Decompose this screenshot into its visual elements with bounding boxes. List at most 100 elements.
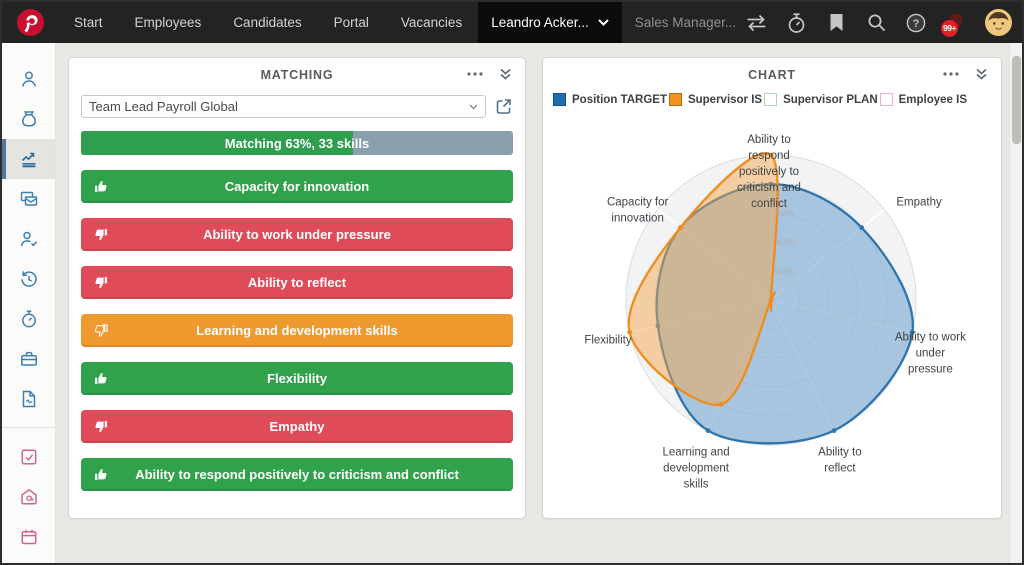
notifications-icon[interactable]: 99+ bbox=[945, 12, 967, 34]
nav-item-vacancies[interactable]: Vacancies bbox=[385, 2, 478, 43]
matching-panel-title: MATCHING bbox=[69, 68, 525, 82]
main-nav: StartEmployeesCandidatesPortalVacancies bbox=[58, 2, 478, 43]
help-icon[interactable]: ? bbox=[905, 12, 927, 34]
legend-label: Employee IS bbox=[899, 94, 967, 106]
open-vacancy-icon[interactable] bbox=[494, 97, 513, 116]
skill-label: Ability to work under pressure bbox=[203, 227, 391, 242]
thumbs-down-icon bbox=[94, 275, 108, 290]
sidebar-divider bbox=[2, 427, 55, 428]
swap-icon[interactable] bbox=[745, 12, 767, 34]
radar-data-point[interactable] bbox=[718, 402, 723, 407]
mail-at-icon bbox=[18, 486, 40, 508]
sidebar-item-documents[interactable] bbox=[2, 379, 55, 419]
pdf-icon bbox=[18, 388, 40, 410]
radar-axis-label: Empathy bbox=[896, 197, 942, 209]
skill-button[interactable]: Empathy bbox=[81, 410, 513, 443]
sidebar-item-profile[interactable] bbox=[2, 59, 55, 99]
checkbox-icon bbox=[18, 446, 40, 468]
search-icon[interactable] bbox=[865, 12, 887, 34]
bookmark-icon[interactable] bbox=[825, 12, 847, 34]
chart-legend: Position TARGETSupervisor IS Supervisor P… bbox=[543, 88, 979, 106]
radar-data-point[interactable] bbox=[832, 428, 837, 433]
active-vacancy-label[interactable]: Sales Manager... bbox=[635, 15, 736, 30]
user-avatar[interactable] bbox=[985, 9, 1012, 36]
thumbs-up-icon bbox=[94, 467, 108, 482]
select-caret-icon bbox=[469, 104, 478, 110]
nav-item-candidates[interactable]: Candidates bbox=[217, 2, 317, 43]
thumbs-up-icon bbox=[94, 371, 108, 386]
nav-item-portal[interactable]: Portal bbox=[318, 2, 385, 43]
skill-button[interactable]: Ability to reflect bbox=[81, 266, 513, 299]
radar-data-point[interactable] bbox=[859, 225, 864, 230]
legend-item[interactable]: Supervisor IS bbox=[669, 93, 762, 106]
main-area: MATCHING Team Lead Payroll Global bbox=[56, 43, 1022, 563]
skill-button[interactable]: Ability to respond positively to critici… bbox=[81, 458, 513, 491]
thumbs-down-icon bbox=[94, 419, 108, 434]
chart-collapse-icon[interactable] bbox=[975, 68, 988, 80]
legend-item[interactable]: Supervisor PLAN bbox=[764, 93, 878, 106]
briefcase-icon bbox=[18, 348, 40, 370]
nav-item-employees[interactable]: Employees bbox=[119, 2, 218, 43]
skill-button[interactable]: Ability to work under pressure bbox=[81, 218, 513, 251]
mail-stack-icon bbox=[18, 188, 40, 210]
legend-swatch bbox=[669, 93, 682, 106]
calendar-icon bbox=[18, 526, 40, 548]
legend-item[interactable]: Position TARGET bbox=[553, 93, 667, 106]
legend-label: Position TARGET bbox=[572, 94, 667, 106]
vacancy-select-value: Team Lead Payroll Global bbox=[89, 99, 238, 114]
moneybag-icon bbox=[18, 108, 40, 130]
sidebar-item-analytics[interactable] bbox=[2, 139, 55, 179]
skill-label: Learning and development skills bbox=[196, 323, 398, 338]
skill-button[interactable]: Learning and development skills bbox=[81, 314, 513, 347]
chart-menu-icon[interactable] bbox=[942, 71, 960, 77]
legend-swatch bbox=[880, 93, 893, 106]
sidebar-item-approvals[interactable] bbox=[2, 219, 55, 259]
thumbs-up-icon bbox=[94, 179, 108, 194]
sidebar-item-time[interactable] bbox=[2, 299, 55, 339]
top-navigation-bar: StartEmployeesCandidatesPortalVacancies … bbox=[2, 2, 1022, 43]
radar-axis-label: Ability toreflect bbox=[818, 447, 861, 475]
left-sidebar bbox=[2, 43, 56, 563]
sidebar-item-payroll[interactable] bbox=[2, 99, 55, 139]
matching-collapse-icon[interactable] bbox=[499, 68, 512, 80]
radar-data-point[interactable] bbox=[678, 225, 683, 230]
skill-label: Capacity for innovation bbox=[225, 179, 369, 194]
matching-panel-header: MATCHING bbox=[69, 58, 525, 88]
topbar-icon-group: ? 99+ bbox=[745, 9, 1022, 36]
legend-swatch bbox=[553, 93, 566, 106]
radar-tick-label: 30% bbox=[775, 237, 795, 248]
app-window: StartEmployeesCandidatesPortalVacancies … bbox=[0, 0, 1024, 565]
active-employee-label: Leandro Acker... bbox=[491, 15, 589, 30]
legend-item[interactable]: Employee IS bbox=[880, 93, 967, 106]
skill-button[interactable]: Capacity for innovation bbox=[81, 170, 513, 203]
thumbs-down-icon bbox=[94, 227, 108, 242]
matching-panel: MATCHING Team Lead Payroll Global bbox=[68, 57, 526, 519]
sidebar-item-mail[interactable] bbox=[2, 477, 55, 517]
page-scrollbar-thumb[interactable] bbox=[1012, 56, 1021, 144]
vacancy-select[interactable]: Team Lead Payroll Global bbox=[81, 95, 486, 118]
thumbs-down-outline-icon bbox=[94, 323, 108, 338]
radar-data-point[interactable] bbox=[706, 428, 711, 433]
chart-panel: CHART Position TARGETSupervisor ISSuperv… bbox=[542, 57, 1002, 519]
stopwatch-icon bbox=[18, 308, 40, 330]
sidebar-item-correspondence[interactable] bbox=[2, 179, 55, 219]
skill-button[interactable]: Flexibility bbox=[81, 362, 513, 395]
chevron-down-icon bbox=[598, 19, 609, 26]
app-logo[interactable] bbox=[2, 8, 58, 37]
radar-data-point[interactable] bbox=[769, 298, 774, 303]
timer-icon[interactable] bbox=[785, 12, 807, 34]
history-icon bbox=[18, 268, 40, 290]
sidebar-item-history[interactable] bbox=[2, 259, 55, 299]
matching-progress-bar: Matching 63%, 33 skills bbox=[81, 131, 513, 155]
sidebar-item-calendar[interactable] bbox=[2, 517, 55, 557]
svg-text:?: ? bbox=[913, 18, 920, 30]
sidebar-item-tasks[interactable] bbox=[2, 437, 55, 477]
sidebar-item-jobs[interactable] bbox=[2, 339, 55, 379]
active-employee-tab[interactable]: Leandro Acker... bbox=[478, 2, 622, 43]
user-check-icon bbox=[18, 228, 40, 250]
legend-label: Supervisor PLAN bbox=[783, 94, 878, 106]
radar-chart: 20%30%40%Ability torespondpositively toc… bbox=[543, 106, 999, 504]
radar-axis-label: Learning anddevelopmentskills bbox=[663, 447, 730, 491]
nav-item-start[interactable]: Start bbox=[58, 2, 119, 43]
matching-menu-icon[interactable] bbox=[466, 71, 484, 77]
